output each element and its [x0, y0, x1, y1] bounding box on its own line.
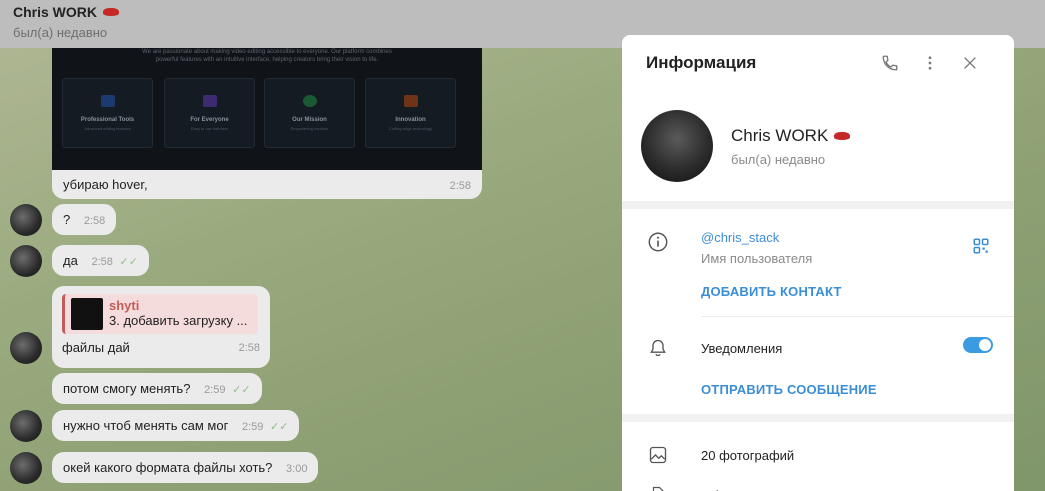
- chat-name: Chris WORK: [13, 4, 97, 20]
- reply-quote[interactable]: shyti 3. добавить загрузку ...: [62, 294, 258, 334]
- message-time: 2:59: [241, 421, 264, 433]
- message-bubble[interactable]: окей какого формата файлы хоть? 3:00: [52, 452, 319, 483]
- reply-thumbnail: [71, 298, 103, 330]
- notifications-toggle[interactable]: [963, 337, 993, 353]
- preview-card: For Everyone Easy to use interface: [164, 78, 255, 148]
- reply-author: shyti: [109, 298, 140, 313]
- files-row[interactable]: 2 ф: [622, 467, 1014, 491]
- card-sub: Cutting-edge technology: [388, 126, 433, 131]
- message-text: нужно чтоб менять сам мог: [63, 418, 229, 433]
- message-bubble[interactable]: убираю hover, 2:58: [52, 170, 482, 199]
- double-check-icon: ✓✓: [119, 256, 138, 268]
- file-icon: [646, 483, 670, 491]
- photos-count: 20 фотографий: [701, 447, 795, 463]
- card-title: For Everyone: [190, 117, 229, 123]
- phone-icon[interactable]: [870, 43, 910, 83]
- preview-card: Professional Tools Advanced editing feat…: [62, 78, 153, 148]
- reply-text: 3. добавить загрузку ...: [109, 313, 248, 328]
- avatar[interactable]: [10, 332, 42, 364]
- profile-avatar[interactable]: [641, 110, 713, 182]
- message-text: убираю hover,: [63, 177, 148, 192]
- message-time: 2:58: [238, 342, 260, 354]
- avatar[interactable]: [10, 452, 42, 484]
- panel-header: Информация: [622, 35, 1014, 91]
- image-preview[interactable]: We are passionate about making video edi…: [52, 48, 482, 170]
- username-label: Имя пользователя: [701, 251, 813, 266]
- avatar[interactable]: [10, 410, 42, 442]
- lips-emoji-icon: [101, 6, 121, 18]
- target-icon: [302, 95, 317, 107]
- username-row[interactable]: @chris_stack Имя пользователя: [622, 209, 1014, 266]
- avatar[interactable]: [10, 245, 42, 277]
- chat-title: Chris WORK: [13, 4, 1032, 20]
- message-bubble[interactable]: shyti 3. добавить загрузку ... файлы дай…: [52, 286, 270, 368]
- message-text: окей какого формата файлы хоть?: [63, 460, 273, 475]
- qr-code-icon[interactable]: [972, 237, 990, 260]
- section-divider: [622, 414, 1014, 422]
- message-text: потом смогу менять?: [63, 381, 191, 396]
- info-icon: [646, 230, 670, 254]
- files-count: 2 ф: [701, 488, 723, 491]
- info-panel[interactable]: Информация Chris WORK был(а) недавно @ch…: [622, 35, 1014, 491]
- card-sub: Empowering creators: [290, 126, 329, 131]
- message-bubble[interactable]: потом смогу менять? 2:59 ✓✓: [52, 373, 262, 404]
- message-bubble[interactable]: ? 2:58: [52, 204, 117, 235]
- double-check-icon: ✓✓: [232, 384, 251, 396]
- panel-title: Информация: [646, 53, 757, 72]
- message-text: да: [63, 253, 78, 268]
- message-time: 2:59: [204, 384, 226, 396]
- message-bubble[interactable]: нужно чтоб менять сам мог 2:59 ✓✓: [52, 410, 300, 441]
- message-time: 2:58: [91, 256, 113, 268]
- profile-name-row: Chris WORK: [731, 126, 852, 146]
- username-value[interactable]: @chris_stack: [701, 230, 812, 245]
- video-icon: [100, 95, 115, 107]
- profile-status: был(а) недавно: [731, 151, 826, 167]
- preview-tagline-2: powerful features with an intuitive inte…: [155, 57, 379, 63]
- close-icon[interactable]: [950, 43, 990, 83]
- image-icon: [646, 443, 670, 467]
- add-contact-button[interactable]: ДОБАВИТЬ КОНТАКТ: [622, 284, 1014, 299]
- message-time: 3:00: [286, 463, 308, 475]
- users-icon: [202, 95, 217, 107]
- preview-card: Our Mission Empowering creators: [264, 78, 355, 148]
- card-title: Innovation: [395, 117, 426, 123]
- notifications-label: Уведомления: [701, 340, 783, 356]
- lips-emoji-icon: [832, 130, 852, 142]
- avatar[interactable]: [10, 204, 42, 236]
- sparkle-icon: [403, 95, 418, 107]
- card-sub: Easy to use interface: [190, 126, 229, 131]
- card-title: Professional Tools: [80, 117, 135, 123]
- photos-row[interactable]: 20 фотографий: [622, 422, 1014, 467]
- send-message-button[interactable]: ОТПРАВИТЬ СООБЩЕНИЕ: [622, 382, 1014, 397]
- preview-tagline-1: We are passionate about making video edi…: [142, 49, 392, 55]
- section-divider: [622, 201, 1014, 209]
- message-bubble[interactable]: да 2:58 ✓✓: [52, 245, 149, 276]
- profile-section: Chris WORK был(а) недавно: [622, 91, 1014, 201]
- card-title: Our Mission: [292, 117, 327, 123]
- message-time: 2:58: [83, 215, 106, 227]
- double-check-icon: ✓✓: [270, 421, 289, 433]
- bell-icon: [646, 336, 670, 360]
- preview-card: Innovation Cutting-edge technology: [365, 78, 456, 148]
- message-text: файлы дай: [62, 340, 130, 355]
- message-text: ?: [63, 212, 71, 227]
- card-sub: Advanced editing features: [84, 126, 131, 131]
- message-list[interactable]: We are passionate about making video edi…: [0, 48, 620, 491]
- profile-name: Chris WORK: [731, 125, 829, 145]
- message-time: 2:58: [449, 180, 471, 192]
- more-vertical-icon[interactable]: [910, 43, 950, 83]
- notifications-row[interactable]: Уведомления: [622, 317, 1014, 360]
